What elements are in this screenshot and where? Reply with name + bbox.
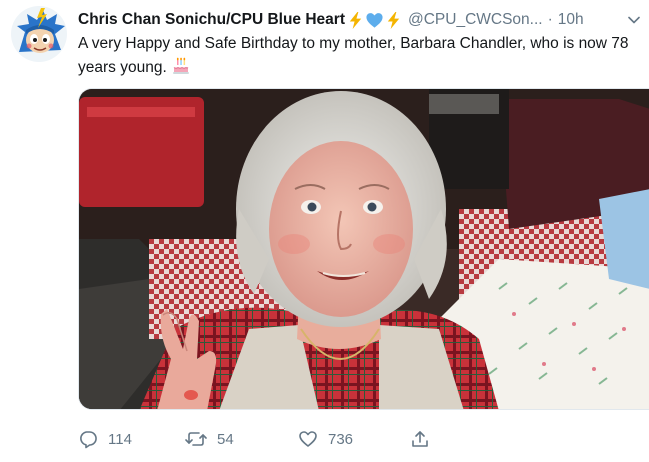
share-icon — [412, 431, 428, 447]
avatar[interactable] — [11, 6, 67, 62]
tweet-actions: 114 54 736 — [78, 427, 498, 451]
lightning-emoji — [387, 11, 400, 29]
tweet-text-content: A very Happy and Safe Birthday to my mot… — [78, 35, 629, 76]
separator-dot: · — [547, 11, 553, 28]
name-emoji-group — [346, 11, 403, 30]
retweet-icon — [185, 432, 207, 446]
retweet-button[interactable]: 54 — [185, 429, 298, 449]
retweet-count: 54 — [217, 430, 234, 448]
share-button[interactable] — [410, 429, 450, 449]
like-count: 736 — [328, 430, 354, 448]
reply-icon — [80, 431, 97, 449]
blue-heart-emoji — [366, 12, 383, 28]
reply-button[interactable]: 114 — [78, 429, 185, 449]
tweet-card[interactable]: Chris Chan Sonichu/CPU Blue Heart @CPU_C… — [0, 0, 649, 462]
lightning-emoji — [349, 11, 362, 29]
tweet-text: A very Happy and Safe Birthday to my mot… — [78, 33, 649, 82]
chevron-down-icon[interactable] — [625, 11, 643, 29]
timestamp[interactable]: 10h — [558, 11, 584, 29]
tweet-header: Chris Chan Sonichu/CPU Blue Heart @CPU_C… — [78, 9, 649, 31]
display-name[interactable]: Chris Chan Sonichu/CPU Blue Heart — [78, 11, 345, 29]
elderly-woman-waving-photo[interactable] — [78, 88, 649, 410]
birthday-cake-emoji — [171, 55, 191, 82]
heart-icon — [299, 431, 317, 447]
like-button[interactable]: 736 — [298, 429, 410, 449]
handle[interactable]: @CPU_CWCSon... — [408, 11, 543, 29]
reply-count: 114 — [108, 430, 132, 448]
